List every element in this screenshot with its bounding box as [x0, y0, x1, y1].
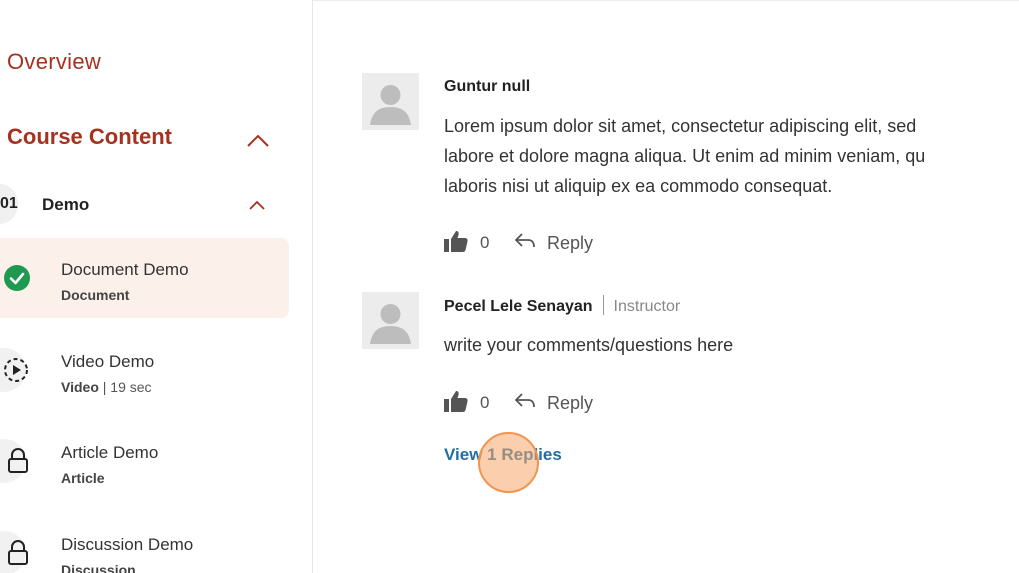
avatar: [362, 73, 419, 130]
reply-arrow-icon: [515, 393, 535, 408]
like-count: 0: [480, 233, 490, 252]
chevron-up-icon: [249, 200, 265, 210]
lesson-title: Discussion Demo: [61, 535, 194, 554]
chevron-up-icon: [247, 134, 269, 147]
check-circle-icon: [4, 265, 30, 291]
lesson-status: [0, 348, 28, 392]
lesson-title: Video Demo: [61, 352, 155, 371]
comment-body: write your comments/questions here: [444, 330, 733, 360]
comment-line: laboris nisi ut aliquip ex ea commodo co…: [444, 176, 833, 196]
like-button[interactable]: 0: [444, 230, 496, 254]
lesson-type: Document: [61, 287, 130, 303]
course-sidebar: Overview Course Content 01 Demo Document…: [0, 0, 313, 573]
lesson-status: [0, 439, 28, 483]
overview-link[interactable]: Overview: [7, 49, 101, 75]
user-placeholder-icon: [370, 304, 411, 344]
course-content-title: Course Content: [7, 124, 172, 149]
comment-author: Pecel Lele Senayan Instructor: [444, 295, 680, 316]
lesson-item-discussion-demo[interactable]: Discussion Demo Discussion: [0, 513, 289, 573]
lesson-duration: | 19 sec: [98, 379, 152, 395]
lesson-type: Video: [61, 379, 99, 395]
comment-line: labore et dolore magna aliqua. Ut enim a…: [444, 146, 926, 166]
like-button[interactable]: 0: [444, 390, 496, 414]
comment-line: write your comments/questions here: [444, 335, 734, 355]
role-divider: [602, 295, 604, 315]
lesson-meta: Article: [61, 470, 105, 486]
like-count: 0: [480, 393, 490, 412]
comment-body: Lorem ipsum dolor sit amet, consectetur …: [444, 111, 925, 201]
lesson-item-video-demo[interactable]: Video Demo Video | 19 sec: [0, 330, 289, 410]
lesson-status: [0, 531, 28, 573]
section-title: Demo: [42, 195, 90, 214]
play-circle-icon: [4, 358, 28, 382]
lesson-item-article-demo[interactable]: Article Demo Article: [0, 421, 289, 501]
course-content-header[interactable]: Course Content: [7, 124, 275, 156]
lesson-meta: Video | 19 sec: [61, 379, 152, 395]
user-placeholder-icon: [370, 85, 411, 125]
avatar: [362, 292, 419, 349]
lesson-title: Article Demo: [61, 443, 159, 462]
author-role-badge: Instructor: [613, 298, 681, 315]
lesson-meta: Discussion: [61, 562, 136, 573]
view-replies-link[interactable]: View 1 Replies: [444, 445, 562, 465]
reply-button[interactable]: Reply: [514, 230, 604, 254]
thumbs-up-icon: [444, 391, 468, 412]
comment-author: Guntur null: [444, 78, 530, 96]
lesson-type: Discussion: [61, 562, 136, 573]
lock-icon: [8, 448, 28, 473]
reply-arrow-icon: [515, 233, 535, 248]
comment-item: Guntur null Lorem ipsum dolor sit amet, …: [362, 73, 1019, 263]
reply-button[interactable]: Reply: [514, 390, 604, 414]
author-name: Guntur null: [444, 78, 531, 95]
lesson-status: [0, 256, 30, 300]
thumbs-up-icon: [444, 231, 468, 252]
reply-label: Reply: [547, 233, 594, 253]
section-number: 01: [0, 195, 18, 212]
reply-label: Reply: [547, 393, 594, 413]
section-header-demo[interactable]: 01 Demo: [0, 184, 275, 224]
section-number-badge: 01: [0, 184, 18, 224]
lesson-type: Article: [61, 470, 105, 486]
comment-line: Lorem ipsum dolor sit amet, consectetur …: [444, 116, 917, 136]
lesson-meta: Document: [61, 287, 129, 303]
lesson-item-document-demo[interactable]: Document Demo Document: [0, 238, 289, 318]
lesson-title: Document Demo: [61, 260, 189, 279]
author-name: Pecel Lele Senayan: [444, 298, 593, 315]
lock-icon: [8, 540, 28, 565]
comment-item: Pecel Lele Senayan Instructor write your …: [362, 292, 1019, 422]
